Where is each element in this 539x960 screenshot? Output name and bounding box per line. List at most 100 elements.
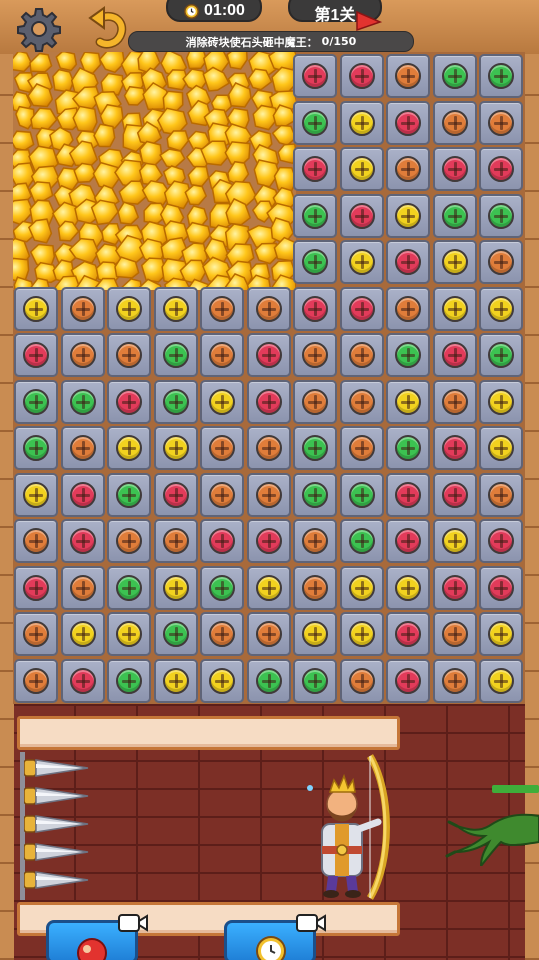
brick-block[interactable] [293,519,337,563]
brick-block[interactable] [200,426,244,470]
brick-block[interactable] [153,658,198,703]
brick-block[interactable] [386,612,430,656]
brick-block[interactable] [479,472,523,517]
brick-block[interactable] [386,333,430,377]
brick-block[interactable] [200,333,244,377]
brick-block[interactable] [339,658,384,703]
brick-block[interactable] [14,565,58,610]
brick-block[interactable] [200,519,244,563]
brick-block[interactable] [14,472,58,517]
brick-block[interactable] [107,519,151,563]
brick-block[interactable] [386,472,430,517]
brick-block[interactable] [479,100,523,145]
brick-block[interactable] [107,658,151,703]
brick-block[interactable] [386,193,430,238]
brick-block[interactable] [293,100,337,145]
brick-block[interactable] [14,333,58,377]
brick-block[interactable] [339,147,384,191]
brick-block[interactable] [386,147,430,191]
brick-block[interactable] [339,379,384,424]
brick-block[interactable] [386,379,430,424]
brick-block[interactable] [60,472,105,517]
brick-block[interactable] [246,333,291,377]
brick-block[interactable] [14,426,58,470]
brick-block[interactable] [153,472,198,517]
brick-block[interactable] [107,426,151,470]
brick-block[interactable] [386,286,430,331]
brick-block[interactable] [479,426,523,470]
brick-block[interactable] [432,333,477,377]
brick-block[interactable] [386,426,430,470]
brick-block[interactable] [107,612,151,656]
brick-block[interactable] [14,379,58,424]
brick-block[interactable] [153,379,198,424]
brick-block[interactable] [246,472,291,517]
gear-icon[interactable] [16,6,62,52]
top-wooden-plank[interactable] [17,716,400,750]
brick-block[interactable] [14,286,58,331]
brick-block[interactable] [60,519,105,563]
brick-block[interactable] [339,426,384,470]
brick-block[interactable] [107,472,151,517]
brick-block[interactable] [293,379,337,424]
brick-block[interactable] [246,612,291,656]
brick-block[interactable] [479,54,523,98]
brick-block[interactable] [293,658,337,703]
brick-block[interactable] [293,286,337,331]
brick-block[interactable] [293,54,337,98]
brick-block[interactable] [339,100,384,145]
brick-block[interactable] [293,333,337,377]
brick-block[interactable] [432,519,477,563]
brick-block[interactable] [60,286,105,331]
brick-block[interactable] [14,658,58,703]
brick-block[interactable] [339,519,384,563]
brick-block[interactable] [153,612,198,656]
brick-block[interactable] [386,54,430,98]
brick-block[interactable] [432,147,477,191]
brick-block[interactable] [479,565,523,610]
brick-block[interactable] [246,286,291,331]
brick-block[interactable] [432,286,477,331]
brick-block[interactable] [60,426,105,470]
brick-block[interactable] [432,565,477,610]
brick-block[interactable] [60,379,105,424]
brick-block[interactable] [479,240,523,284]
brick-block[interactable] [246,519,291,563]
brick-block[interactable] [200,658,244,703]
brick-block[interactable] [386,658,430,703]
brick-block[interactable] [293,612,337,656]
brick-block[interactable] [293,426,337,470]
undo-arrow-icon[interactable] [86,6,130,50]
brick-block[interactable] [293,472,337,517]
brick-block[interactable] [432,658,477,703]
brick-block[interactable] [107,333,151,377]
brick-block[interactable] [479,519,523,563]
brick-block[interactable] [60,612,105,656]
brick-block[interactable] [479,193,523,238]
brick-block[interactable] [246,426,291,470]
brick-block[interactable] [479,612,523,656]
brick-block[interactable] [153,565,198,610]
brick-block[interactable] [432,193,477,238]
brick-block[interactable] [60,565,105,610]
brick-block[interactable] [293,147,337,191]
brick-block[interactable] [200,286,244,331]
brick-block[interactable] [107,565,151,610]
brick-block[interactable] [60,658,105,703]
brick-block[interactable] [386,519,430,563]
brick-block[interactable] [200,379,244,424]
brick-block[interactable] [339,333,384,377]
brick-block[interactable] [479,286,523,331]
brick-block[interactable] [14,519,58,563]
brick-block[interactable] [386,240,430,284]
brick-block[interactable] [200,472,244,517]
brick-block[interactable] [293,565,337,610]
brick-block[interactable] [153,333,198,377]
brick-block[interactable] [479,147,523,191]
brick-block[interactable] [432,612,477,656]
brick-block[interactable] [386,100,430,145]
brick-block[interactable] [293,193,337,238]
brick-block[interactable] [339,54,384,98]
brick-block[interactable] [432,379,477,424]
brick-block[interactable] [479,379,523,424]
